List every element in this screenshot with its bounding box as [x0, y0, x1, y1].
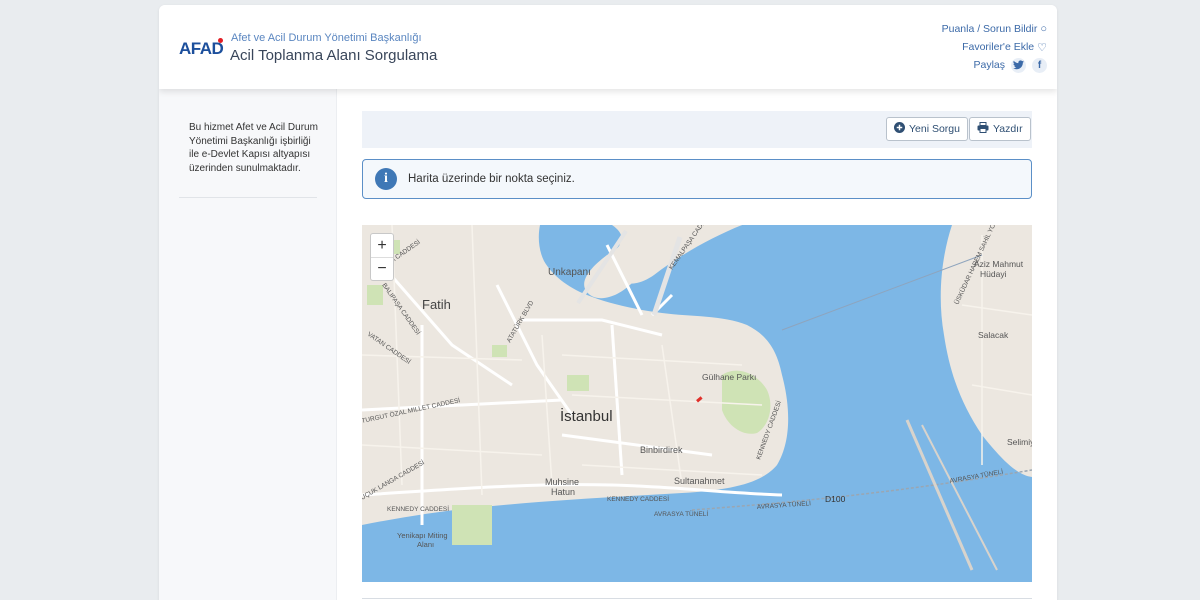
printer-icon — [977, 122, 989, 136]
map-park-yenikapi — [452, 505, 492, 545]
rate-report-label: Puanla / Sorun Bildir — [941, 23, 1038, 35]
label-selimiye: Selimiy — [1007, 437, 1032, 447]
query-toolbar: Yeni Sorgu Yazdır — [362, 111, 1032, 148]
chat-bubble-icon: ○ — [1040, 23, 1047, 35]
map-park-4 — [367, 285, 383, 305]
logo-dot — [218, 38, 223, 43]
afad-logo[interactable]: AFAD — [179, 39, 224, 59]
twitter-icon[interactable] — [1011, 57, 1026, 73]
share-label: Paylaş — [973, 59, 1005, 71]
label-d100: D100 — [825, 494, 846, 504]
add-favorite-link[interactable]: Favoriler'e Ekle ♡ — [942, 38, 1047, 56]
new-query-label: Yeni Sorgu — [909, 123, 960, 135]
label-unkapani: Unkapanı — [548, 267, 591, 278]
label-avrasya-2: AVRASYA TÜNELİ — [654, 509, 708, 518]
print-button[interactable]: Yazdır — [969, 117, 1031, 141]
zoom-out-button[interactable]: − — [371, 257, 393, 280]
map-canvas[interactable]: Fatih İstanbul Unkapanı Gülhane Parkı Bi… — [362, 225, 1032, 582]
print-label: Yazdır — [993, 123, 1023, 135]
label-aziz-1: Aziz Mahmut — [974, 259, 1024, 269]
zoom-in-button[interactable]: + — [371, 234, 393, 257]
map-view[interactable]: + − Fatih İstanbul Unkapanı Gülhane Park… — [362, 225, 1032, 582]
page-title: Acil Toplanma Alanı Sorgulama — [230, 47, 438, 64]
sidebar: Bu hizmet Afet ve Acil Durum Yönetimi Ba… — [159, 89, 337, 600]
label-sultanahmet: Sultanahmet — [674, 476, 725, 486]
facebook-icon[interactable]: f — [1032, 57, 1047, 73]
info-icon: i — [375, 168, 397, 190]
label-hatun: Hatun — [551, 487, 575, 497]
label-kennedy-1: KENNEDY CADDESİ — [607, 494, 669, 503]
label-gulhane: Gülhane Parkı — [702, 372, 756, 382]
plus-circle-icon — [894, 122, 905, 136]
label-salacak: Salacak — [978, 330, 1009, 340]
map-park-3 — [567, 375, 589, 391]
label-muhsine: Muhsine — [545, 477, 579, 487]
main-card: AFAD Afet ve Acil Durum Yönetimi Başkanl… — [159, 5, 1057, 600]
info-alert: i Harita üzerinde bir nokta seçiniz. — [362, 159, 1032, 199]
page-header: AFAD Afet ve Acil Durum Yönetimi Başkanl… — [159, 5, 1057, 89]
label-yenikapi-1: Yenikapı Miting — [397, 531, 448, 540]
label-fatih: Fatih — [422, 297, 451, 312]
map-park-2 — [492, 345, 507, 357]
heart-icon: ♡ — [1037, 41, 1047, 54]
sidebar-divider — [179, 197, 317, 198]
label-yenikapi-2: Alanı — [417, 540, 434, 549]
info-message: Harita üzerinde bir nokta seçiniz. — [408, 173, 575, 185]
rate-report-link[interactable]: Puanla / Sorun Bildir ○ — [942, 20, 1047, 38]
zoom-control: + − — [370, 233, 394, 281]
agency-subtitle: Afet ve Acil Durum Yönetimi Başkanlığı — [231, 32, 422, 44]
label-binbirdirek: Binbirdirek — [640, 445, 683, 455]
service-note: Bu hizmet Afet ve Acil Durum Yönetimi Ba… — [189, 122, 318, 174]
new-query-button[interactable]: Yeni Sorgu — [886, 117, 968, 141]
label-kennedy-2: KENNEDY CADDESİ — [387, 504, 449, 513]
label-istanbul: İstanbul — [560, 407, 613, 425]
label-aziz-2: Hüdayi — [980, 269, 1007, 279]
add-favorite-label: Favoriler'e Ekle — [962, 41, 1035, 53]
share-row: Paylaş f — [942, 56, 1047, 74]
header-links: Puanla / Sorun Bildir ○ Favoriler'e Ekle… — [942, 20, 1047, 74]
